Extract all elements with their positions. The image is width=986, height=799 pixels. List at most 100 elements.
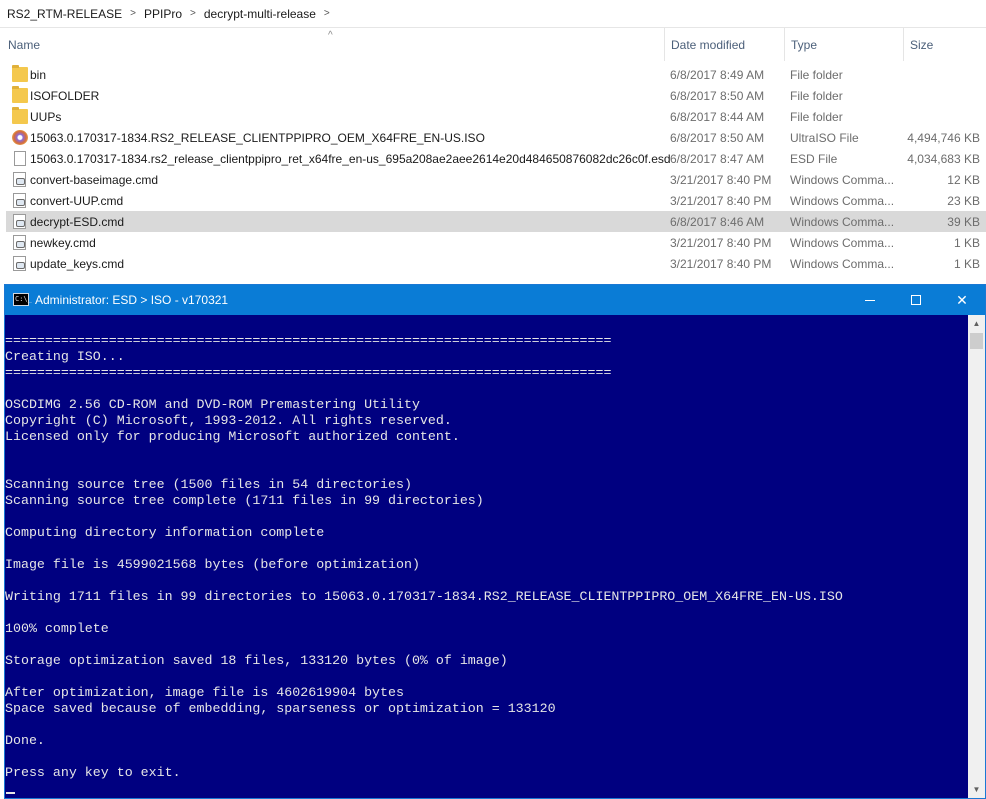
- file-row[interactable]: newkey.cmd 3/21/2017 8:40 PM Windows Com…: [6, 232, 986, 253]
- file-name: 15063.0.170317-1834.RS2_RELEASE_CLIENTPP…: [30, 130, 485, 145]
- file-icon: [14, 151, 26, 166]
- file-size: 23 KB: [947, 193, 980, 208]
- console-line: After optimization, image file is 460261…: [5, 685, 404, 700]
- chevron-right-icon[interactable]: >: [186, 8, 200, 19]
- file-date: 6/8/2017 8:49 AM: [670, 67, 765, 82]
- disc-image-icon: [12, 130, 28, 145]
- console-line: Space saved because of embedding, sparse…: [5, 701, 556, 716]
- file-size: 1 KB: [953, 256, 980, 271]
- minimize-icon: [865, 299, 875, 301]
- cmd-script-icon: [13, 256, 26, 271]
- console-line: Licensed only for producing Microsoft au…: [5, 429, 460, 444]
- file-name: newkey.cmd: [30, 235, 96, 250]
- file-date: 3/21/2017 8:40 PM: [670, 235, 772, 250]
- file-date: 6/8/2017 8:50 AM: [670, 88, 765, 103]
- file-row[interactable]: UUPs 6/8/2017 8:44 AM File folder: [6, 106, 986, 127]
- console-output[interactable]: ========================================…: [5, 315, 968, 798]
- file-date: 6/8/2017 8:46 AM: [670, 214, 765, 229]
- console-line: Image file is 4599021568 bytes (before o…: [5, 557, 420, 572]
- chevron-right-icon[interactable]: >: [320, 8, 334, 19]
- file-type: Windows Comma...: [790, 235, 895, 250]
- file-name: convert-UUP.cmd: [30, 193, 124, 208]
- file-type: Windows Comma...: [790, 214, 895, 229]
- cmd-script-icon: [13, 214, 26, 229]
- breadcrumb: RS2_RTM-RELEASE > PPIPro > decrypt-multi…: [0, 0, 986, 28]
- file-size: 39 KB: [947, 214, 980, 229]
- console-line: Done.: [5, 733, 45, 748]
- file-type: Windows Comma...: [790, 172, 895, 187]
- file-date: 6/8/2017 8:44 AM: [670, 109, 765, 124]
- close-button[interactable]: ✕: [939, 285, 985, 315]
- cmd-script-icon: [13, 193, 26, 208]
- console-line: Writing 1711 files in 99 directories to …: [5, 589, 843, 604]
- console-window: C:\_ Administrator: ESD > ISO - v170321 …: [4, 284, 986, 799]
- file-row-selected[interactable]: decrypt-ESD.cmd 6/8/2017 8:46 AM Windows…: [6, 211, 986, 232]
- file-type: ESD File: [790, 151, 838, 166]
- breadcrumb-item[interactable]: PPIPro: [140, 7, 186, 21]
- file-size: 4,034,683 KB: [907, 151, 980, 166]
- file-row[interactable]: ISOFOLDER 6/8/2017 8:50 AM File folder: [6, 85, 986, 106]
- minimize-button[interactable]: [847, 285, 893, 315]
- maximize-button[interactable]: [893, 285, 939, 315]
- cmd-script-icon: [13, 172, 26, 187]
- chevron-right-icon[interactable]: >: [126, 8, 140, 19]
- column-header-type[interactable]: Type: [784, 28, 902, 61]
- file-row[interactable]: 15063.0.170317-1834.rs2_release_clientpp…: [6, 148, 986, 169]
- console-line: Scanning source tree complete (1711 file…: [5, 493, 484, 508]
- vertical-scrollbar[interactable]: ▲ ▼: [968, 315, 985, 798]
- console-line: ========================================…: [5, 333, 612, 348]
- folder-icon: [12, 107, 28, 124]
- column-header-size[interactable]: Size: [903, 28, 983, 61]
- folder-icon: [12, 65, 28, 82]
- text-cursor: [6, 792, 15, 794]
- folder-icon: [12, 86, 28, 103]
- file-type: Windows Comma...: [790, 193, 895, 208]
- file-name: bin: [30, 67, 47, 82]
- file-date: 3/21/2017 8:40 PM: [670, 193, 772, 208]
- console-line: Press any key to exit.: [5, 765, 181, 780]
- console-line: OSCDIMG 2.56 CD-ROM and DVD-ROM Premaste…: [5, 397, 420, 412]
- close-icon: ✕: [956, 291, 968, 308]
- file-row[interactable]: bin 6/8/2017 8:49 AM File folder: [6, 64, 986, 85]
- command-prompt-icon[interactable]: C:\_: [13, 293, 32, 306]
- file-type: File folder: [790, 67, 843, 82]
- file-row[interactable]: convert-baseimage.cmd 3/21/2017 8:40 PM …: [6, 169, 986, 190]
- breadcrumb-item[interactable]: RS2_RTM-RELEASE: [3, 7, 126, 21]
- scroll-up-arrow-icon[interactable]: ▲: [968, 315, 985, 332]
- file-type: Windows Comma...: [790, 256, 895, 271]
- column-header-date[interactable]: Date modified: [664, 28, 782, 61]
- console-line: Computing directory information complete: [5, 525, 325, 540]
- file-row[interactable]: 15063.0.170317-1834.RS2_RELEASE_CLIENTPP…: [6, 127, 986, 148]
- file-size: 4,494,746 KB: [907, 130, 980, 145]
- console-titlebar[interactable]: C:\_ Administrator: ESD > ISO - v170321 …: [5, 285, 985, 315]
- file-date: 6/8/2017 8:47 AM: [670, 151, 765, 166]
- column-header-name[interactable]: Name: [2, 28, 662, 61]
- file-date: 6/8/2017 8:50 AM: [670, 130, 765, 145]
- file-row[interactable]: update_keys.cmd 3/21/2017 8:40 PM Window…: [6, 253, 986, 274]
- console-line: 100% complete: [5, 621, 109, 636]
- file-row[interactable]: convert-UUP.cmd 3/21/2017 8:40 PM Window…: [6, 190, 986, 211]
- file-explorer: RS2_RTM-RELEASE > PPIPro > decrypt-multi…: [0, 0, 986, 284]
- file-size: 1 KB: [953, 235, 980, 250]
- console-line: Creating ISO...: [5, 349, 125, 364]
- scroll-down-arrow-icon[interactable]: ▼: [968, 781, 985, 798]
- file-type: File folder: [790, 109, 843, 124]
- column-header-bar: ^ Name Date modified Type Size: [0, 28, 986, 61]
- scrollbar-thumb[interactable]: [970, 333, 983, 349]
- file-type: File folder: [790, 88, 843, 103]
- console-text: ========================================…: [5, 333, 843, 781]
- breadcrumb-item[interactable]: decrypt-multi-release: [200, 7, 320, 21]
- file-name: convert-baseimage.cmd: [30, 172, 159, 187]
- console-line: Scanning source tree (1500 files in 54 d…: [5, 477, 412, 492]
- file-date: 3/21/2017 8:40 PM: [670, 256, 772, 271]
